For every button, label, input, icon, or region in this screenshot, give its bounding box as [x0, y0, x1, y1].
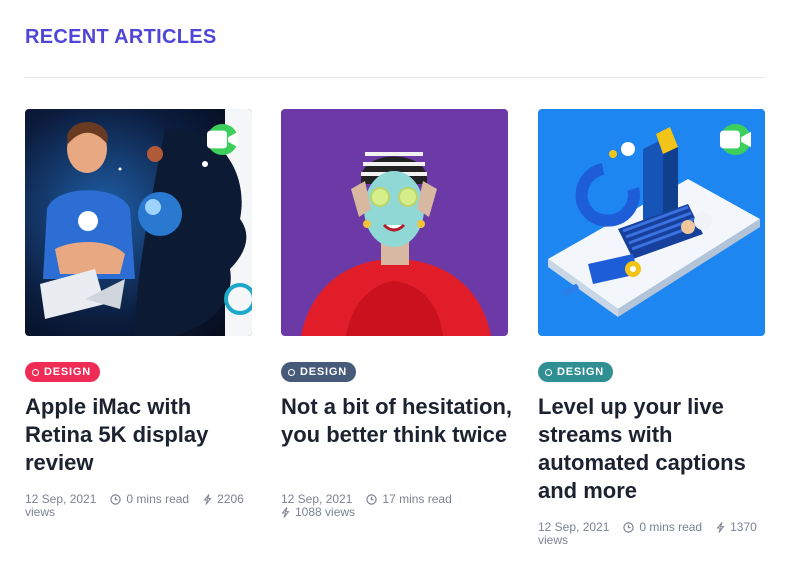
article-thumbnail[interactable]: [538, 109, 765, 336]
article-meta: 12 Sep, 2021 17 mins read 1088 views: [281, 493, 513, 518]
category-tag[interactable]: DESIGN: [25, 362, 100, 382]
lightning-icon: [203, 493, 212, 505]
article-meta: 12 Sep, 2021 0 mins read 1370 views: [538, 521, 770, 546]
section-divider: [25, 77, 765, 78]
category-tag[interactable]: DESIGN: [538, 362, 613, 382]
circle-icon: [32, 368, 39, 376]
article-date: 12 Sep, 2021: [25, 492, 97, 506]
article-title[interactable]: Apple iMac with Retina 5K display review: [25, 393, 257, 477]
article-date: 12 Sep, 2021: [538, 520, 610, 534]
video-camera-icon: [207, 130, 238, 149]
article-title[interactable]: Not a bit of hesitation, you better thin…: [281, 393, 513, 449]
circle-icon: [288, 368, 295, 376]
article-card: DESIGN Apple iMac with Retina 5K display…: [25, 109, 252, 518]
category-tag[interactable]: DESIGN: [281, 362, 356, 382]
article-image-face-mask-woman: [281, 109, 508, 336]
category-label: DESIGN: [300, 366, 347, 378]
article-meta: 12 Sep, 2021 0 mins read 2206 views: [25, 493, 257, 518]
video-camera-icon: [720, 130, 751, 149]
article-thumbnail[interactable]: [281, 109, 508, 336]
video-badge: [720, 124, 751, 155]
circle-icon: [545, 368, 552, 376]
views-count: 2206: [217, 492, 244, 506]
section-title: RECENT ARTICLES: [25, 26, 217, 48]
article-card: DESIGN Level up your live streams with a…: [538, 109, 765, 546]
article-title[interactable]: Level up your live streams with automate…: [538, 393, 770, 505]
views-count: 1088 views: [295, 505, 356, 519]
read-time: 0 mins read: [639, 520, 703, 534]
article-card: DESIGN Not a bit of hesitation, you bett…: [281, 109, 512, 518]
clock-icon: [366, 493, 378, 505]
video-badge: [207, 124, 238, 155]
views-label: views: [25, 505, 56, 519]
read-time: 17 mins read: [382, 492, 452, 506]
category-label: DESIGN: [44, 366, 91, 378]
clock-icon: [110, 493, 122, 505]
lightning-icon: [716, 521, 725, 533]
lightning-icon: [281, 506, 290, 518]
read-time: 0 mins read: [126, 492, 190, 506]
clock-icon: [623, 521, 635, 533]
views-label: views: [538, 533, 569, 547]
category-label: DESIGN: [557, 366, 604, 378]
views-count: 1370: [730, 520, 757, 534]
article-date: 12 Sep, 2021: [281, 492, 353, 506]
article-thumbnail[interactable]: [25, 109, 252, 336]
